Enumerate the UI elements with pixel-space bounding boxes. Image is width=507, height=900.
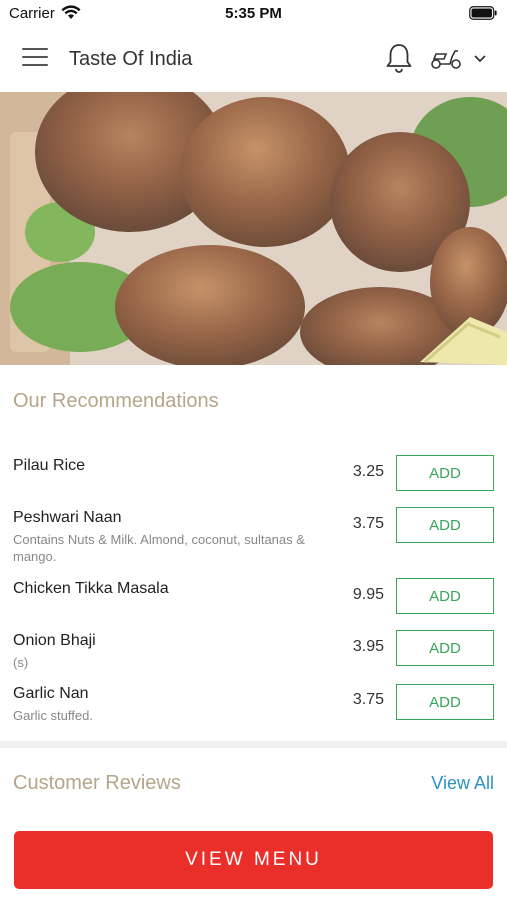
add-button[interactable]: ADD bbox=[396, 455, 494, 491]
item-description: Contains Nuts & Milk. Almond, coconut, s… bbox=[13, 532, 305, 564]
item-name: Garlic Nan bbox=[13, 685, 89, 702]
item-price: 3.75 bbox=[352, 691, 384, 708]
menu-icon[interactable] bbox=[22, 48, 48, 70]
add-button[interactable]: ADD bbox=[396, 630, 494, 666]
item-description: (s) bbox=[13, 655, 29, 670]
scooter-icon[interactable] bbox=[430, 48, 462, 70]
item-description: Garlic stuffed. bbox=[13, 708, 93, 723]
item-name: Onion Bhaji bbox=[13, 632, 96, 649]
item-name: Pilau Rice bbox=[13, 457, 86, 474]
recommendations-title: Our Recommendations bbox=[13, 390, 219, 412]
battery-icon bbox=[469, 6, 497, 20]
page-title: Taste Of India bbox=[69, 48, 193, 70]
status-bar: Carrier 5:35 PM bbox=[0, 0, 507, 28]
add-button[interactable]: ADD bbox=[396, 578, 494, 614]
clock: 5:35 PM bbox=[225, 5, 282, 22]
item-price: 9.95 bbox=[352, 586, 384, 603]
hero-image bbox=[0, 92, 507, 365]
item-name: Peshwari Naan bbox=[13, 509, 122, 526]
add-button[interactable]: ADD bbox=[396, 684, 494, 720]
bell-icon[interactable] bbox=[384, 42, 414, 74]
item-price: 3.95 bbox=[352, 638, 384, 655]
app-header: Taste Of India bbox=[0, 28, 507, 92]
item-name: Chicken Tikka Masala bbox=[13, 580, 169, 597]
view-all-link[interactable]: View All bbox=[431, 773, 494, 794]
add-button[interactable]: ADD bbox=[396, 507, 494, 543]
section-divider bbox=[0, 741, 507, 748]
item-price: 3.75 bbox=[352, 515, 384, 532]
reviews-title: Customer Reviews bbox=[13, 772, 181, 794]
chevron-down-icon[interactable] bbox=[473, 54, 487, 64]
item-price: 3.25 bbox=[352, 463, 384, 480]
view-menu-button[interactable]: VIEW MENU bbox=[14, 831, 493, 889]
